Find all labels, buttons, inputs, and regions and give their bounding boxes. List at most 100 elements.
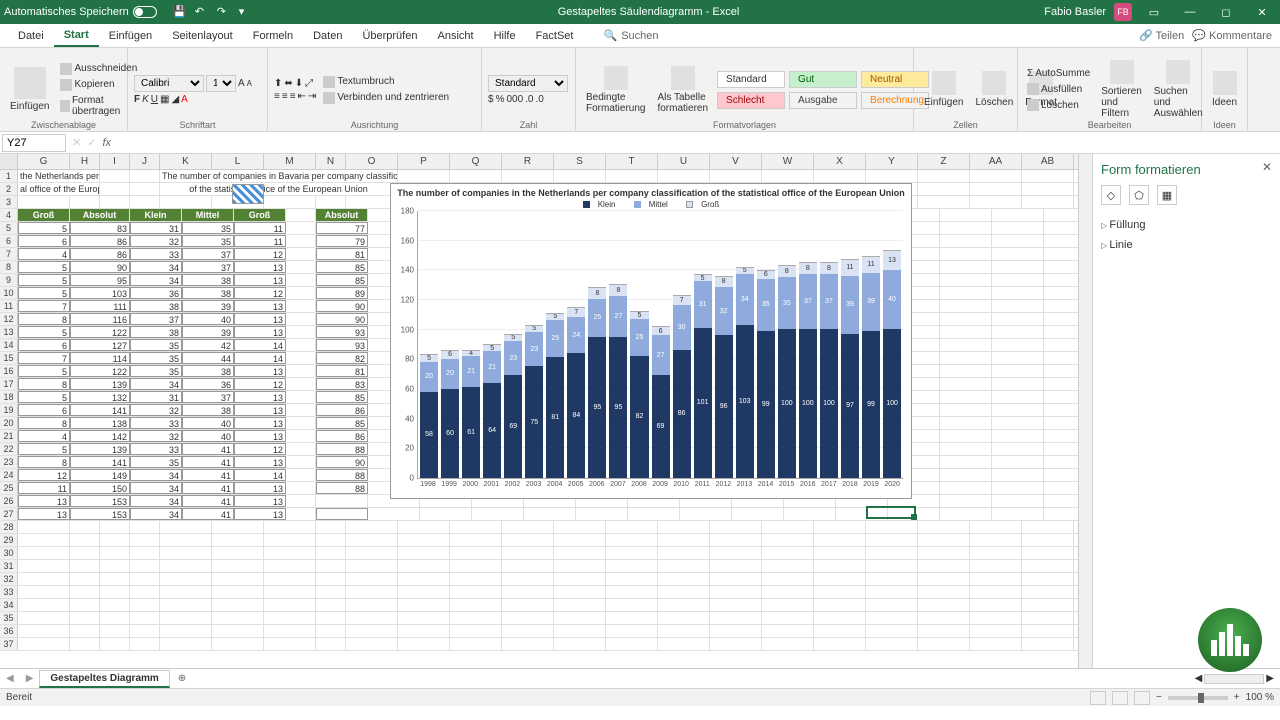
cell[interactable] bbox=[992, 404, 1044, 416]
cell[interactable] bbox=[554, 612, 606, 624]
cell[interactable]: 13 bbox=[234, 495, 286, 507]
cell[interactable]: 13 bbox=[234, 261, 286, 273]
cell[interactable] bbox=[18, 547, 70, 559]
zoom-in-icon[interactable]: + bbox=[1234, 692, 1240, 703]
cell[interactable]: 90 bbox=[70, 261, 130, 273]
cell[interactable] bbox=[130, 612, 160, 624]
chart-bar[interactable]: 81255 bbox=[546, 313, 564, 478]
cell[interactable] bbox=[554, 573, 606, 585]
cell[interactable] bbox=[970, 521, 1022, 533]
cell[interactable] bbox=[502, 170, 554, 182]
cell[interactable] bbox=[1022, 196, 1074, 208]
cell[interactable] bbox=[866, 547, 918, 559]
cell[interactable] bbox=[264, 521, 316, 533]
cell[interactable]: 83 bbox=[70, 222, 130, 234]
cell[interactable] bbox=[316, 599, 346, 611]
cell[interactable]: The number of companies in Bavaria per c… bbox=[160, 170, 398, 182]
cell[interactable]: 13 bbox=[234, 326, 286, 338]
cell[interactable] bbox=[70, 547, 100, 559]
cell[interactable]: 93 bbox=[316, 326, 368, 338]
cell[interactable]: 38 bbox=[182, 274, 234, 286]
chart-bar[interactable]: 100378 bbox=[820, 262, 838, 478]
style-schlecht[interactable]: Schlecht bbox=[717, 92, 785, 109]
cell[interactable] bbox=[212, 625, 264, 637]
row-header[interactable]: 25 bbox=[0, 482, 18, 494]
cell[interactable] bbox=[970, 196, 1022, 208]
cell[interactable] bbox=[554, 599, 606, 611]
cell[interactable]: Groß bbox=[18, 209, 70, 221]
cell[interactable] bbox=[940, 339, 992, 351]
tab-daten[interactable]: Daten bbox=[303, 26, 352, 46]
row-header[interactable]: 22 bbox=[0, 443, 18, 455]
decrease-font-icon[interactable]: A bbox=[247, 79, 252, 88]
cell[interactable]: 40 bbox=[182, 430, 234, 442]
col-header[interactable]: AB bbox=[1022, 154, 1074, 169]
cell[interactable]: 31 bbox=[130, 222, 182, 234]
qat-dropdown-icon[interactable]: ▾ bbox=[239, 5, 253, 19]
cell[interactable] bbox=[992, 495, 1044, 507]
chart-bar[interactable]: 69276 bbox=[652, 326, 670, 478]
cell[interactable]: 13 bbox=[234, 365, 286, 377]
cell[interactable]: Mittel bbox=[182, 209, 234, 221]
cell[interactable] bbox=[554, 625, 606, 637]
cell[interactable] bbox=[940, 469, 992, 481]
cell[interactable] bbox=[70, 534, 100, 546]
cell[interactable] bbox=[160, 625, 212, 637]
enter-icon[interactable]: ✓ bbox=[87, 136, 96, 149]
row-header[interactable]: 37 bbox=[0, 638, 18, 650]
cell[interactable]: 41 bbox=[182, 456, 234, 468]
cell[interactable] bbox=[680, 508, 732, 520]
cell[interactable]: 153 bbox=[70, 508, 130, 520]
cell[interactable] bbox=[502, 599, 554, 611]
chart-bar[interactable]: 100378 bbox=[799, 262, 817, 478]
cell[interactable] bbox=[502, 573, 554, 585]
formula-input[interactable] bbox=[117, 137, 1276, 149]
cell[interactable] bbox=[918, 534, 970, 546]
cell[interactable]: 132 bbox=[70, 391, 130, 403]
cell[interactable]: 81 bbox=[316, 248, 368, 260]
col-header[interactable]: H bbox=[70, 154, 100, 169]
cell[interactable] bbox=[866, 586, 918, 598]
cell[interactable] bbox=[286, 287, 316, 299]
cell[interactable]: 32 bbox=[130, 430, 182, 442]
orientation-icon[interactable]: ⤢ bbox=[305, 78, 313, 89]
row-header[interactable]: 33 bbox=[0, 586, 18, 598]
cell[interactable]: 40 bbox=[182, 417, 234, 429]
cell[interactable] bbox=[450, 560, 502, 572]
cell[interactable] bbox=[160, 560, 212, 572]
font-name-select[interactable]: Calibri bbox=[134, 75, 204, 92]
cell[interactable] bbox=[992, 352, 1044, 364]
cell[interactable] bbox=[940, 235, 992, 247]
align-left-icon[interactable]: ≡ bbox=[274, 91, 280, 102]
cell[interactable]: 11 bbox=[234, 235, 286, 247]
cell[interactable] bbox=[710, 560, 762, 572]
cell[interactable] bbox=[130, 547, 160, 559]
cell[interactable] bbox=[606, 170, 658, 182]
cell[interactable]: 13 bbox=[234, 274, 286, 286]
cell[interactable]: 149 bbox=[70, 469, 130, 481]
cell[interactable] bbox=[286, 274, 316, 286]
cell[interactable] bbox=[264, 196, 316, 208]
cell[interactable]: 13 bbox=[234, 430, 286, 442]
row-header[interactable]: 3 bbox=[0, 196, 18, 208]
cell[interactable] bbox=[100, 625, 130, 637]
cell[interactable] bbox=[784, 508, 836, 520]
cell[interactable] bbox=[450, 573, 502, 585]
cell[interactable]: 11 bbox=[234, 222, 286, 234]
cell[interactable] bbox=[762, 170, 814, 182]
cell[interactable]: 37 bbox=[182, 391, 234, 403]
italic-button[interactable]: K bbox=[142, 94, 149, 105]
as-table-button[interactable]: Als Tabelle formatieren bbox=[653, 50, 712, 129]
cell[interactable]: 153 bbox=[70, 495, 130, 507]
col-header[interactable]: R bbox=[502, 154, 554, 169]
cell[interactable] bbox=[710, 547, 762, 559]
cell[interactable] bbox=[212, 534, 264, 546]
cell[interactable] bbox=[992, 209, 1044, 221]
cell[interactable] bbox=[836, 508, 888, 520]
cell[interactable] bbox=[866, 170, 918, 182]
worksheet[interactable]: GHIJKLMNOPQRSTUVWXYZAAAB 1the Netherland… bbox=[0, 154, 1092, 668]
cell[interactable] bbox=[100, 573, 130, 585]
col-header[interactable]: S bbox=[554, 154, 606, 169]
cell[interactable] bbox=[658, 170, 710, 182]
cell[interactable] bbox=[866, 560, 918, 572]
